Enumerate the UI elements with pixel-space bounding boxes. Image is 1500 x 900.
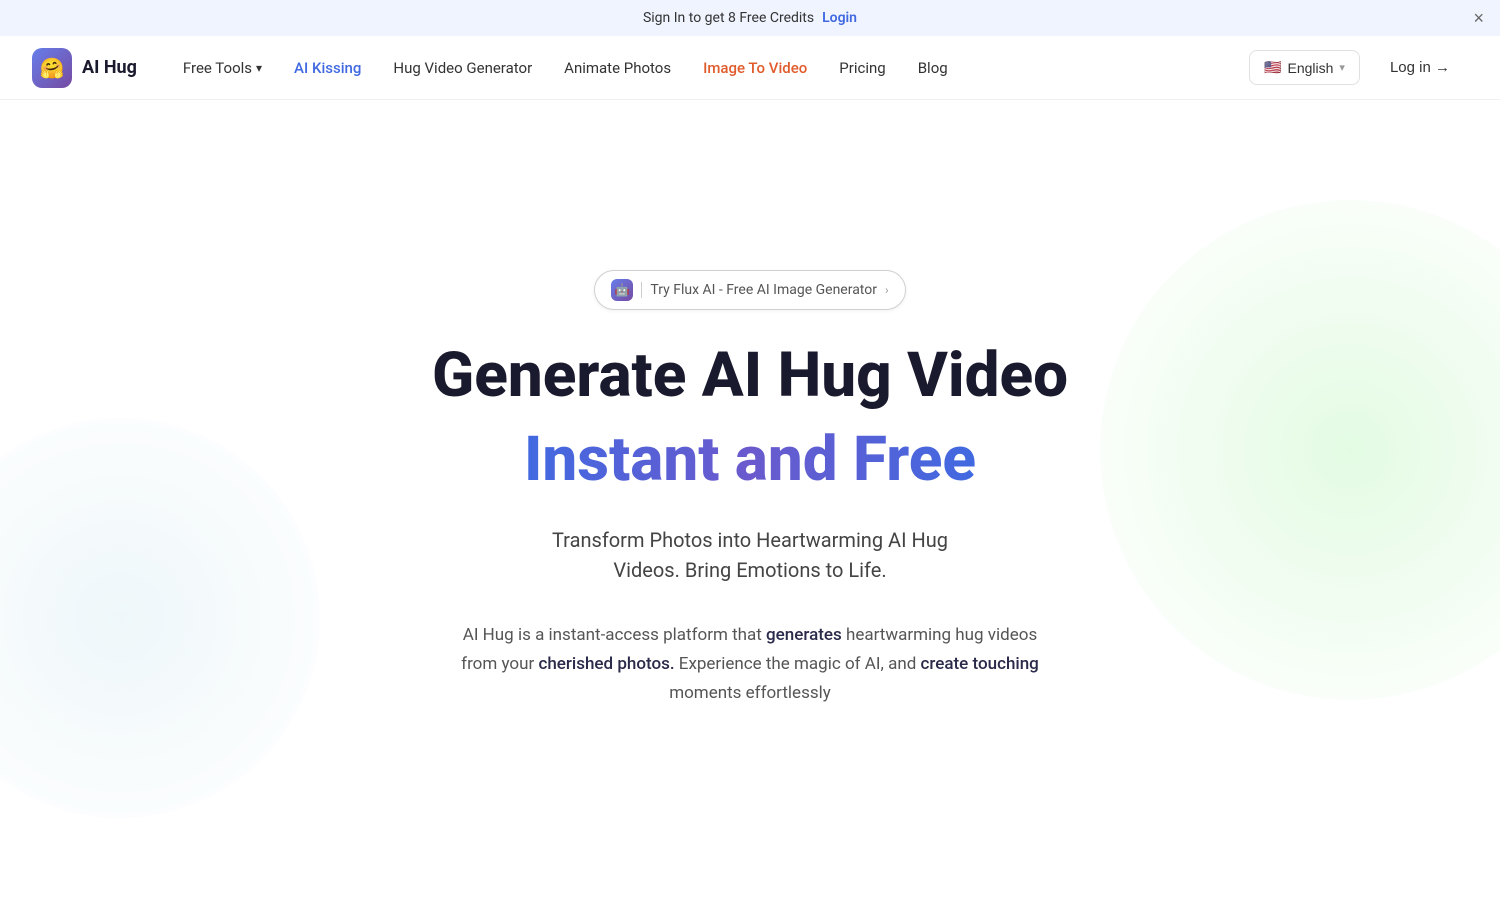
nav-links: Free Tools ▾ AI Kissing Hug Video Genera… — [169, 51, 1217, 85]
nav-item-image-to-video[interactable]: Image To Video — [689, 51, 821, 85]
hero-title-line2: Instant and Free — [524, 423, 976, 497]
logo-text: AI Hug — [82, 57, 137, 78]
chevron-down-icon: ▾ — [1339, 61, 1345, 74]
banner-login-link[interactable]: Login — [822, 10, 857, 26]
lang-flag: 🇺🇸 — [1264, 59, 1281, 76]
hero-description: AI Hug is a instant-access platform that… — [450, 621, 1050, 708]
language-selector[interactable]: 🇺🇸 English ▾ — [1249, 50, 1360, 85]
nav-item-pricing[interactable]: Pricing — [825, 51, 899, 85]
nav-item-hug-video[interactable]: Hug Video Generator — [379, 51, 546, 85]
hero-subtitle: Transform Photos into Heartwarming AI Hu… — [552, 525, 948, 585]
logo[interactable]: 🤗 AI Hug — [32, 48, 137, 88]
login-button[interactable]: Log in → — [1372, 51, 1468, 84]
nav-item-animate-photos[interactable]: Animate Photos — [550, 51, 685, 85]
banner-text: Sign In to get 8 Free Credits — [643, 10, 814, 26]
banner-close-button[interactable]: × — [1473, 9, 1484, 27]
try-flux-badge[interactable]: 🤖 Try Flux AI - Free AI Image Generator … — [594, 270, 905, 310]
badge-chevron-icon: › — [885, 283, 889, 297]
navbar: 🤗 AI Hug Free Tools ▾ AI Kissing Hug Vid… — [0, 36, 1500, 100]
badge-text: Try Flux AI - Free AI Image Generator — [650, 282, 877, 298]
nav-item-free-tools[interactable]: Free Tools ▾ — [169, 51, 276, 85]
lang-label: English — [1288, 60, 1334, 76]
chevron-down-icon: ▾ — [256, 61, 262, 75]
top-banner: Sign In to get 8 Free Credits Login × — [0, 0, 1500, 36]
hero-title-line1: Generate AI Hug Video — [432, 342, 1068, 410]
hero-section: 🤖 Try Flux AI - Free AI Image Generator … — [0, 100, 1500, 898]
nav-right: 🇺🇸 English ▾ Log in → — [1249, 50, 1468, 85]
logo-icon: 🤗 — [32, 48, 72, 88]
flux-badge-icon: 🤖 — [611, 279, 633, 301]
nav-item-blog[interactable]: Blog — [904, 51, 962, 85]
badge-divider — [641, 282, 642, 298]
nav-item-ai-kissing[interactable]: AI Kissing — [280, 51, 375, 85]
